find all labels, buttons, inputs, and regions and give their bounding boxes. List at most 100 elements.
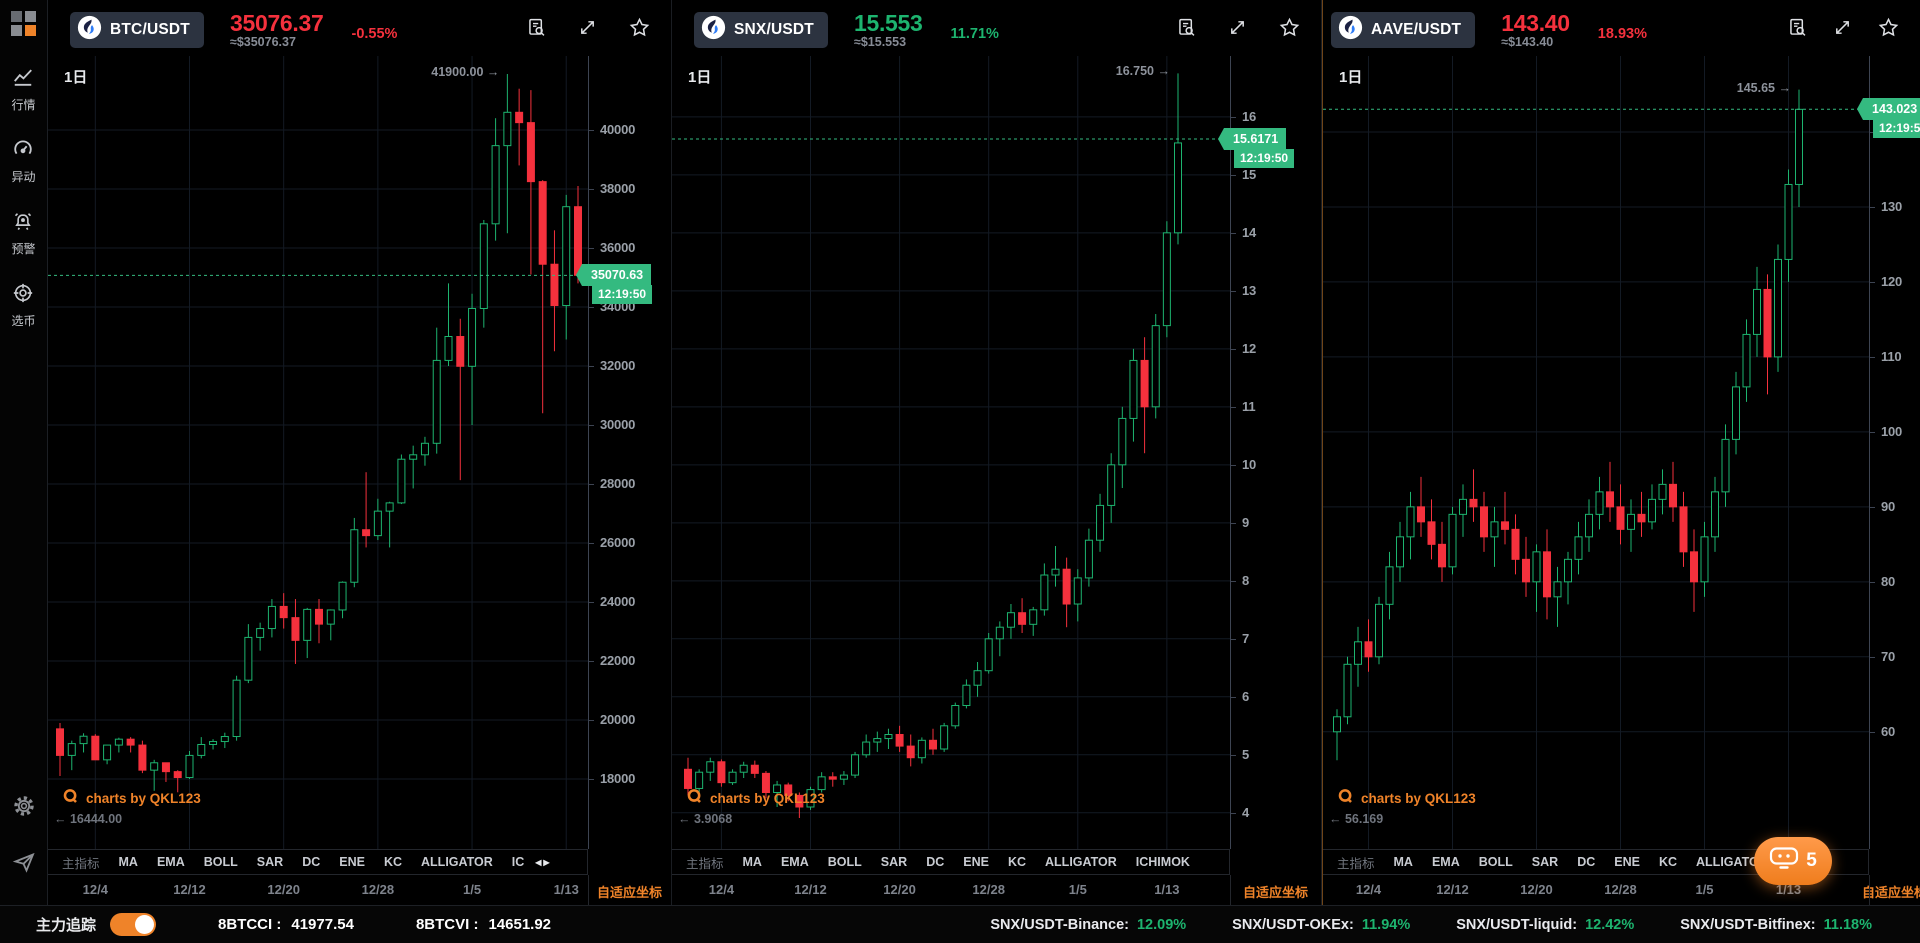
expand-icon[interactable] xyxy=(1227,17,1248,38)
y-axis-tick: 110 xyxy=(1881,349,1901,364)
panel-header: SNX/USDT 15.553 ≈$15.553 11.71% xyxy=(672,0,1321,56)
favorite-star-icon[interactable] xyxy=(628,16,651,39)
ticker-liquid[interactable]: SNX/USDT-liquid:12.42% xyxy=(1456,917,1634,933)
time-axis-row: 12/412/1212/2012/281/51/13 自适应坐标 xyxy=(672,875,1321,905)
indicator-tab-ma[interactable]: MA xyxy=(743,855,762,869)
main-force-tracker-toggle[interactable] xyxy=(110,913,156,936)
indicator-tab-kc[interactable]: KC xyxy=(1659,855,1677,869)
indicator-tab-sar[interactable]: SAR xyxy=(1532,855,1558,869)
adaptive-axis-button[interactable]: 自适应坐标 xyxy=(597,882,662,901)
y-axis-tick: 6 xyxy=(1242,689,1249,704)
favorite-star-icon[interactable] xyxy=(1877,16,1900,39)
y-axis-tickmark xyxy=(589,366,594,367)
y-axis-tick: 60 xyxy=(1881,724,1895,739)
y-axis-tickmark xyxy=(1231,755,1236,756)
indicator-tab-ema[interactable]: EMA xyxy=(157,855,185,869)
indicator-tab-dc[interactable]: DC xyxy=(302,855,320,869)
huobi-logo-icon xyxy=(701,15,726,45)
indicator-tab-kc[interactable]: KC xyxy=(1008,855,1026,869)
indicator-tab-ene[interactable]: ENE xyxy=(339,855,365,869)
symbol-label: BTC/USDT xyxy=(110,21,190,39)
snapshot-icon[interactable] xyxy=(1176,17,1197,38)
date-tick: 1/5 xyxy=(1069,882,1087,897)
y-axis-tick: 4 xyxy=(1242,805,1249,820)
watermark: charts by QKL123 xyxy=(1337,788,1476,808)
expand-icon[interactable] xyxy=(1832,17,1853,38)
support-chat-button[interactable]: 5 xyxy=(1754,837,1832,885)
chart-area[interactable]: 16151413121110987654 1日 16.750 → 15.6171… xyxy=(672,56,1321,849)
indicator-pager-icon[interactable]: ◀▶ xyxy=(535,858,551,867)
indicator-tab-alligator[interactable]: ALLIGATOR xyxy=(1045,855,1117,869)
settings-button[interactable] xyxy=(0,794,47,823)
y-axis-tickmark xyxy=(1231,117,1236,118)
stat-value: 14651.92 xyxy=(488,916,551,933)
symbol-badge[interactable]: AAVE/USDT xyxy=(1331,12,1475,48)
indicator-tab-sar[interactable]: SAR xyxy=(257,855,283,869)
robot-chat-icon xyxy=(1769,847,1799,875)
date-tick: 12/12 xyxy=(173,882,206,897)
indicator-tab-ic[interactable]: IC xyxy=(512,855,525,869)
indicator-tab-kc[interactable]: KC xyxy=(384,855,402,869)
candlestick-chart xyxy=(48,56,588,849)
indicator-tab-boll[interactable]: BOLL xyxy=(828,855,862,869)
y-axis-tickmark xyxy=(1231,697,1236,698)
apps-grid-icon[interactable] xyxy=(11,11,36,36)
date-tick: 12/12 xyxy=(794,882,827,897)
indicator-tab-boll[interactable]: BOLL xyxy=(1479,855,1513,869)
adaptive-axis-button[interactable]: 自适应坐标 xyxy=(1243,882,1308,901)
current-price-tag: 35070.63 xyxy=(582,264,651,286)
y-axis-tick: 15 xyxy=(1242,167,1256,182)
price-block: 15.553 ≈$15.553 xyxy=(854,12,923,49)
y-axis-tick: 11 xyxy=(1242,399,1255,414)
indicator-tab-ma[interactable]: MA xyxy=(119,855,138,869)
indicator-bar: 主指标 MAEMABOLLSARDCENEKCALLIGATORIC ◀▶ xyxy=(48,849,588,875)
chart-area[interactable]: 4000038000360003400032000300002800026000… xyxy=(48,56,671,849)
indicator-tab-dc[interactable]: DC xyxy=(1577,855,1595,869)
y-axis-tickmark xyxy=(1870,657,1875,658)
ticker-bitfinex[interactable]: SNX/USDT-Bitfinex:11.18% xyxy=(1680,917,1872,933)
price-axis[interactable]: 14013012011010090807060 xyxy=(1869,56,1920,849)
y-axis-tick: 18000 xyxy=(600,771,635,786)
indicator-tab-ene[interactable]: ENE xyxy=(1614,855,1640,869)
ticker-binance[interactable]: SNX/USDT-Binance:12.09% xyxy=(990,917,1186,933)
indicator-tab-ma[interactable]: MA xyxy=(1394,855,1413,869)
indicator-tab-ema[interactable]: EMA xyxy=(781,855,809,869)
ticker-okex[interactable]: SNX/USDT-OKEx:11.94% xyxy=(1232,917,1410,933)
indicator-tab-dc[interactable]: DC xyxy=(926,855,944,869)
share-button[interactable] xyxy=(0,850,47,879)
indicator-tab-alligator[interactable]: ALLIGATOR xyxy=(421,855,493,869)
snapshot-icon[interactable] xyxy=(526,17,547,38)
panel-actions xyxy=(1787,12,1900,39)
y-axis-tickmark xyxy=(1870,732,1875,733)
symbol-badge[interactable]: SNX/USDT xyxy=(694,12,828,48)
sidebar-item-label: 预警 xyxy=(11,240,35,257)
price-axis[interactable]: 4000038000360003400032000300002800026000… xyxy=(588,56,672,849)
date-tick: 12/4 xyxy=(1356,882,1381,897)
indicator-tab-ene[interactable]: ENE xyxy=(963,855,989,869)
indicator-tab-ema[interactable]: EMA xyxy=(1432,855,1460,869)
coin-select-icon xyxy=(12,282,34,307)
adaptive-axis-button[interactable]: 自适应坐标 xyxy=(1862,882,1920,901)
price-axis[interactable]: 16151413121110987654 xyxy=(1230,56,1322,849)
chart-area[interactable]: 14013012011010090807060 1日 145.65 → 143.… xyxy=(1323,56,1920,849)
date-tick: 1/5 xyxy=(1695,882,1713,897)
expand-icon[interactable] xyxy=(577,17,598,38)
y-axis-tick: 38000 xyxy=(600,181,635,196)
sidebar-item-market[interactable]: 行情 xyxy=(11,66,35,113)
main-force-tracker-label: 主力追踪 xyxy=(36,914,96,935)
indicator-tab-sar[interactable]: SAR xyxy=(881,855,907,869)
sidebar-item-alerts[interactable]: 预警 xyxy=(11,210,35,257)
date-tick: 12/12 xyxy=(1436,882,1469,897)
approx-usd: ≈$15.553 xyxy=(854,35,923,49)
approx-usd: ≈$35076.37 xyxy=(230,35,324,49)
gauge-icon xyxy=(12,138,34,163)
symbol-badge[interactable]: BTC/USDT xyxy=(70,12,204,48)
indicator-tab-ichimok[interactable]: ICHIMOK xyxy=(1136,855,1190,869)
sidebar-item-coin-select[interactable]: 选币 xyxy=(11,282,35,329)
y-axis-tickmark xyxy=(1231,175,1236,176)
sidebar-item-movers[interactable]: 异动 xyxy=(11,138,35,185)
snapshot-icon[interactable] xyxy=(1787,17,1808,38)
favorite-star-icon[interactable] xyxy=(1278,16,1301,39)
indicator-tab-boll[interactable]: BOLL xyxy=(204,855,238,869)
date-tick: 12/28 xyxy=(1604,882,1637,897)
